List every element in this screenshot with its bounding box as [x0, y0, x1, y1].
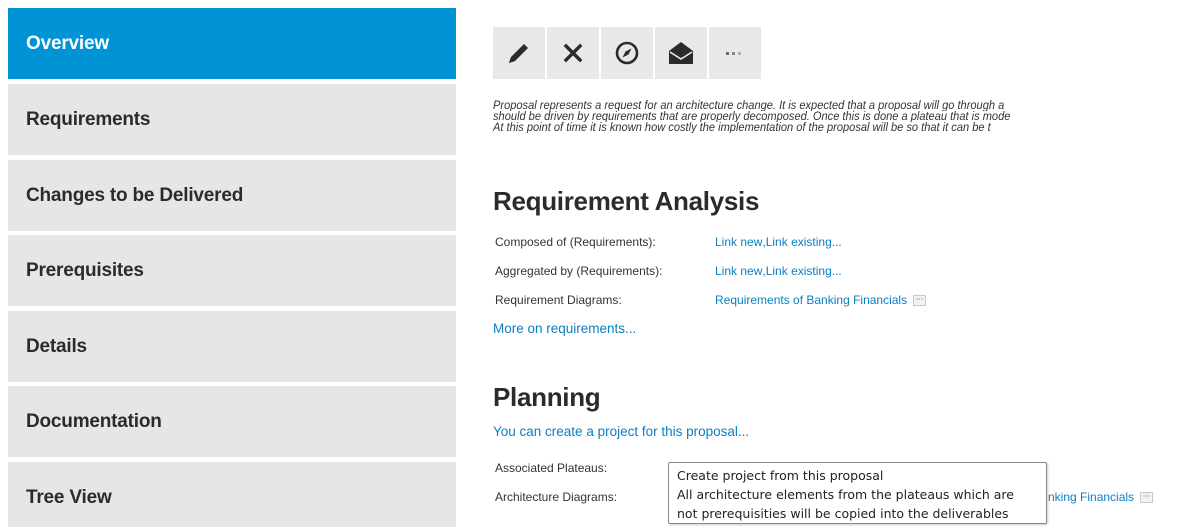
create-project-tooltip: Create project from this proposal All ar… [668, 462, 1047, 524]
requirement-analysis-title: Requirement Analysis [493, 186, 760, 216]
tooltip-text-line: not prerequisities will be copied into t… [677, 506, 1009, 521]
more-on-requirements-link[interactable]: More on requirements... [493, 321, 636, 336]
sidebar-item-requirements[interactable]: Requirements [8, 84, 456, 155]
description-line: should be driven by requirements that ar… [493, 111, 1011, 122]
description-line: Proposal represents a request for an arc… [493, 100, 1005, 111]
aggregated-link-new[interactable]: Link new [715, 264, 762, 278]
sidebar-item-tree-view[interactable]: Tree View [8, 462, 456, 527]
proposal-description: Proposal represents a request for an arc… [493, 100, 1141, 133]
more-options-icon[interactable]: ··· [1140, 491, 1154, 503]
tooltip-title: Create project from this proposal [677, 468, 884, 483]
sidebar-item-prerequisites[interactable]: Prerequisites [8, 235, 456, 306]
architecture-diagram-link-wrap: nking Financials ··· [1048, 488, 1154, 506]
composed-link-new[interactable]: Link new [715, 235, 762, 249]
architecture-diagram-link[interactable]: nking Financials [1048, 490, 1134, 504]
sidebar-item-changes-to-be-delivered[interactable]: Changes to be Delivered [8, 160, 456, 231]
more-options-icon[interactable]: ··· [913, 294, 927, 306]
aggregated-link-existing[interactable]: Link existing... [766, 264, 842, 278]
main-content: Proposal represents a request for an arc… [493, 0, 1180, 527]
aggregated-by-label: Aggregated by (Requirements): [495, 264, 663, 278]
requirement-diagrams-row: Requirement Diagrams: Requirements of Ba… [495, 291, 927, 309]
composed-of-row: Composed of (Requirements): Link new, Li… [495, 233, 842, 251]
requirement-diagrams-label: Requirement Diagrams: [495, 293, 622, 307]
composed-link-existing[interactable]: Link existing... [766, 235, 842, 249]
create-project-link[interactable]: You can create a project for this propos… [493, 424, 749, 439]
aggregated-by-row: Aggregated by (Requirements): Link new, … [495, 262, 842, 280]
create-project-row: You can create a project for this propos… [493, 422, 749, 440]
planning-title: Planning [493, 382, 601, 412]
tooltip-text-line: All architecture elements from the plate… [677, 487, 1014, 502]
requirements-diagram-link[interactable]: Requirements of Banking Financials [715, 293, 907, 307]
more-requirements-row: More on requirements... [493, 319, 636, 337]
sidebar-item-documentation[interactable]: Documentation [8, 386, 456, 457]
sidebar-item-details[interactable]: Details [8, 311, 456, 382]
description-line: At this point of time it is known how co… [493, 122, 991, 133]
composed-of-label: Composed of (Requirements): [495, 235, 656, 249]
sidebar-item-overview[interactable]: Overview [8, 8, 456, 79]
